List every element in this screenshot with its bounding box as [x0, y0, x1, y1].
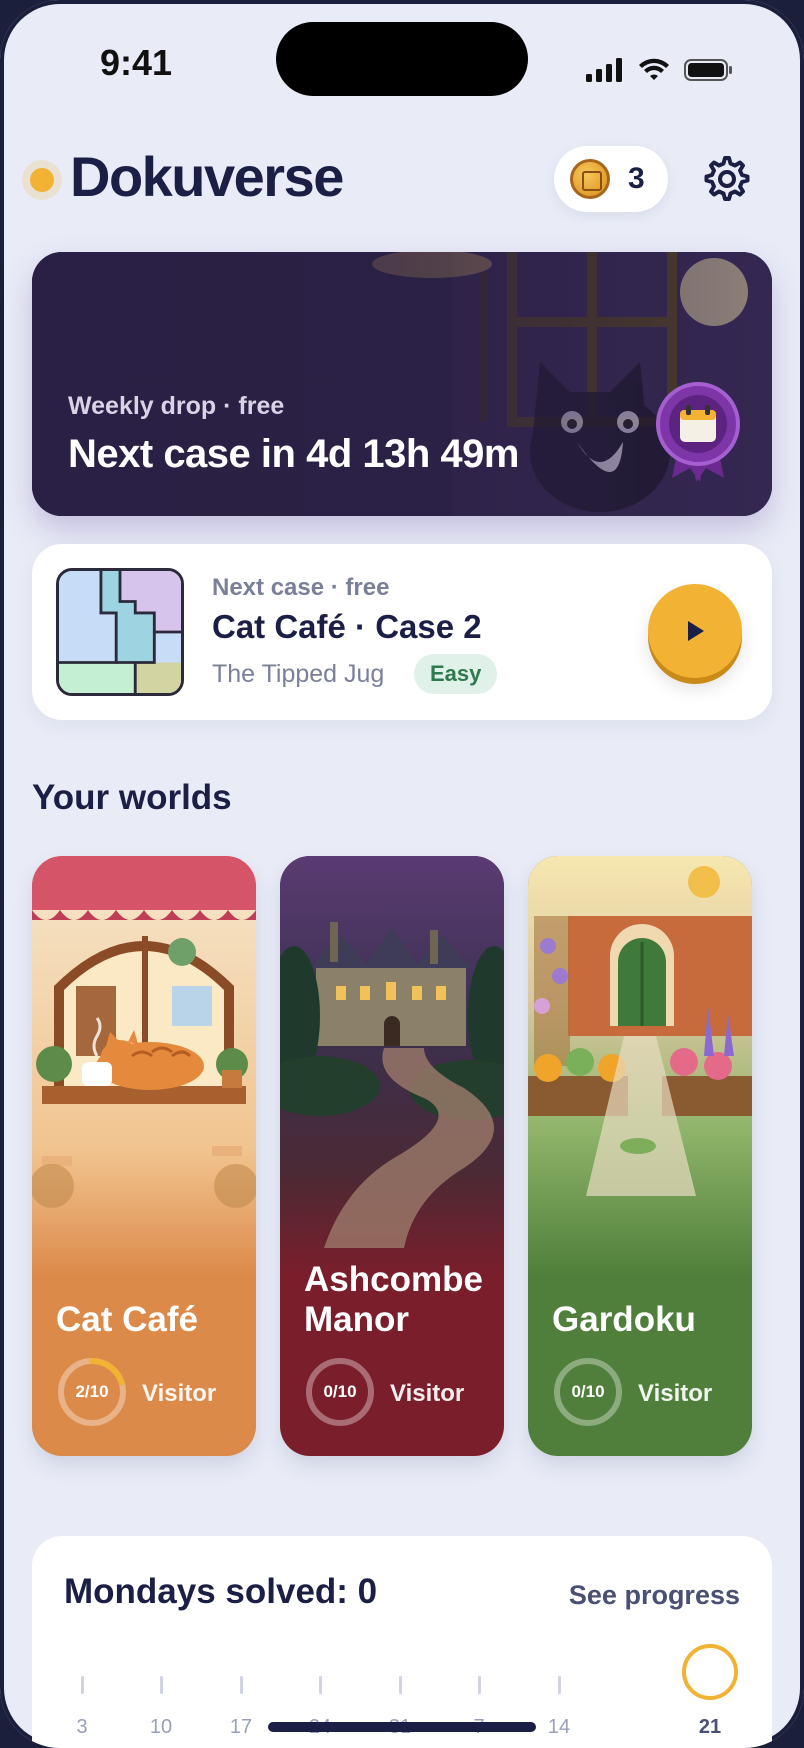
week-tick: [529, 1664, 589, 1694]
worlds-section-title: Your worlds: [32, 778, 232, 817]
week-tick: [290, 1664, 350, 1694]
banner-countdown: Next case in 4d 13h 49m: [68, 432, 519, 476]
puzzle-thumbnail: [56, 568, 184, 696]
status-icons: [586, 58, 734, 82]
world-card-ashcombe-manor[interactable]: Ashcombe Manor 0/10 Visitor: [280, 856, 504, 1456]
weekly-drop-banner[interactable]: Weekly drop · free Next case in 4d 13h 4…: [32, 252, 772, 516]
week-label: 14: [547, 1716, 571, 1738]
week-tick: [211, 1664, 271, 1694]
week-tick-mark: [557, 1676, 561, 1694]
play-icon: [688, 621, 704, 641]
world-rank: Visitor: [638, 1380, 713, 1407]
cat-cafe-illustration: [32, 856, 256, 1276]
world-name: Ashcombe Manor: [304, 1260, 483, 1339]
world-name: Cat Café: [56, 1300, 198, 1339]
mondays-card: Mondays solved: 0 See progress 310172431…: [32, 1536, 772, 1748]
brand-dot: [30, 168, 54, 192]
app-title: Dokuverse: [70, 145, 344, 208]
world-rank: Visitor: [142, 1380, 217, 1407]
world-card-cat-cafe[interactable]: Cat Café 2/10 Visitor: [32, 856, 256, 1456]
difficulty-badge: Easy: [414, 654, 498, 694]
world-progress-text: 0/10: [571, 1382, 605, 1401]
next-case-label: Next case · free: [212, 574, 390, 601]
week-tick-mark: [80, 1676, 84, 1694]
ashcombe-manor-illustration: [280, 856, 504, 1276]
next-case-title: Cat Café · Case 2: [212, 608, 482, 645]
week-label: 3: [76, 1716, 88, 1738]
current-week-marker: [682, 1644, 738, 1700]
coin-balance-button[interactable]: 3: [554, 146, 668, 212]
week-tick: [131, 1664, 191, 1694]
see-progress-link[interactable]: See progress: [569, 1580, 740, 1611]
week-tick-mark: [239, 1676, 243, 1694]
settings-gear-icon[interactable]: [702, 154, 752, 204]
next-case-card[interactable]: Next case · free Cat Café · Case 2 The T…: [32, 544, 772, 720]
world-progress-text: 0/10: [323, 1382, 357, 1401]
next-case-subtitle: The Tipped Jug: [212, 660, 385, 688]
dynamic-island: [276, 22, 528, 96]
status-time: 9:41: [100, 42, 173, 83]
week-tick-mark: [477, 1676, 481, 1694]
week-tick: [449, 1664, 509, 1694]
world-rank: Visitor: [390, 1380, 465, 1407]
coin-count: 3: [628, 162, 645, 195]
week-tick: [370, 1664, 430, 1694]
phone-screen: 9:41 Dokuverse 3 Weekly drop · free Next…: [0, 0, 804, 1748]
world-card-gardoku[interactable]: Gardoku 0/10 Visitor: [528, 856, 752, 1456]
week-label: 10: [149, 1716, 173, 1738]
week-tick-mark: [398, 1676, 402, 1694]
week-tick: [52, 1664, 112, 1694]
world-name: Gardoku: [552, 1300, 696, 1339]
week-tick-mark: [318, 1676, 322, 1694]
week-label: 17: [229, 1716, 253, 1738]
gardoku-illustration: [528, 856, 752, 1276]
wifi-icon: [639, 58, 669, 80]
battery-icon: [684, 59, 732, 81]
play-button[interactable]: [648, 584, 742, 678]
mondays-title: Mondays solved: 0: [64, 1572, 378, 1611]
banner-subtitle: Weekly drop · free: [68, 392, 285, 420]
signal-icon: [586, 58, 622, 82]
week-tick-mark: [159, 1676, 163, 1694]
world-progress-text: 2/10: [75, 1382, 109, 1401]
calendar-ribbon-badge-icon: [656, 382, 740, 482]
coin-icon: [570, 159, 610, 199]
home-indicator: [268, 1722, 536, 1732]
week-label: 21: [698, 1716, 722, 1738]
